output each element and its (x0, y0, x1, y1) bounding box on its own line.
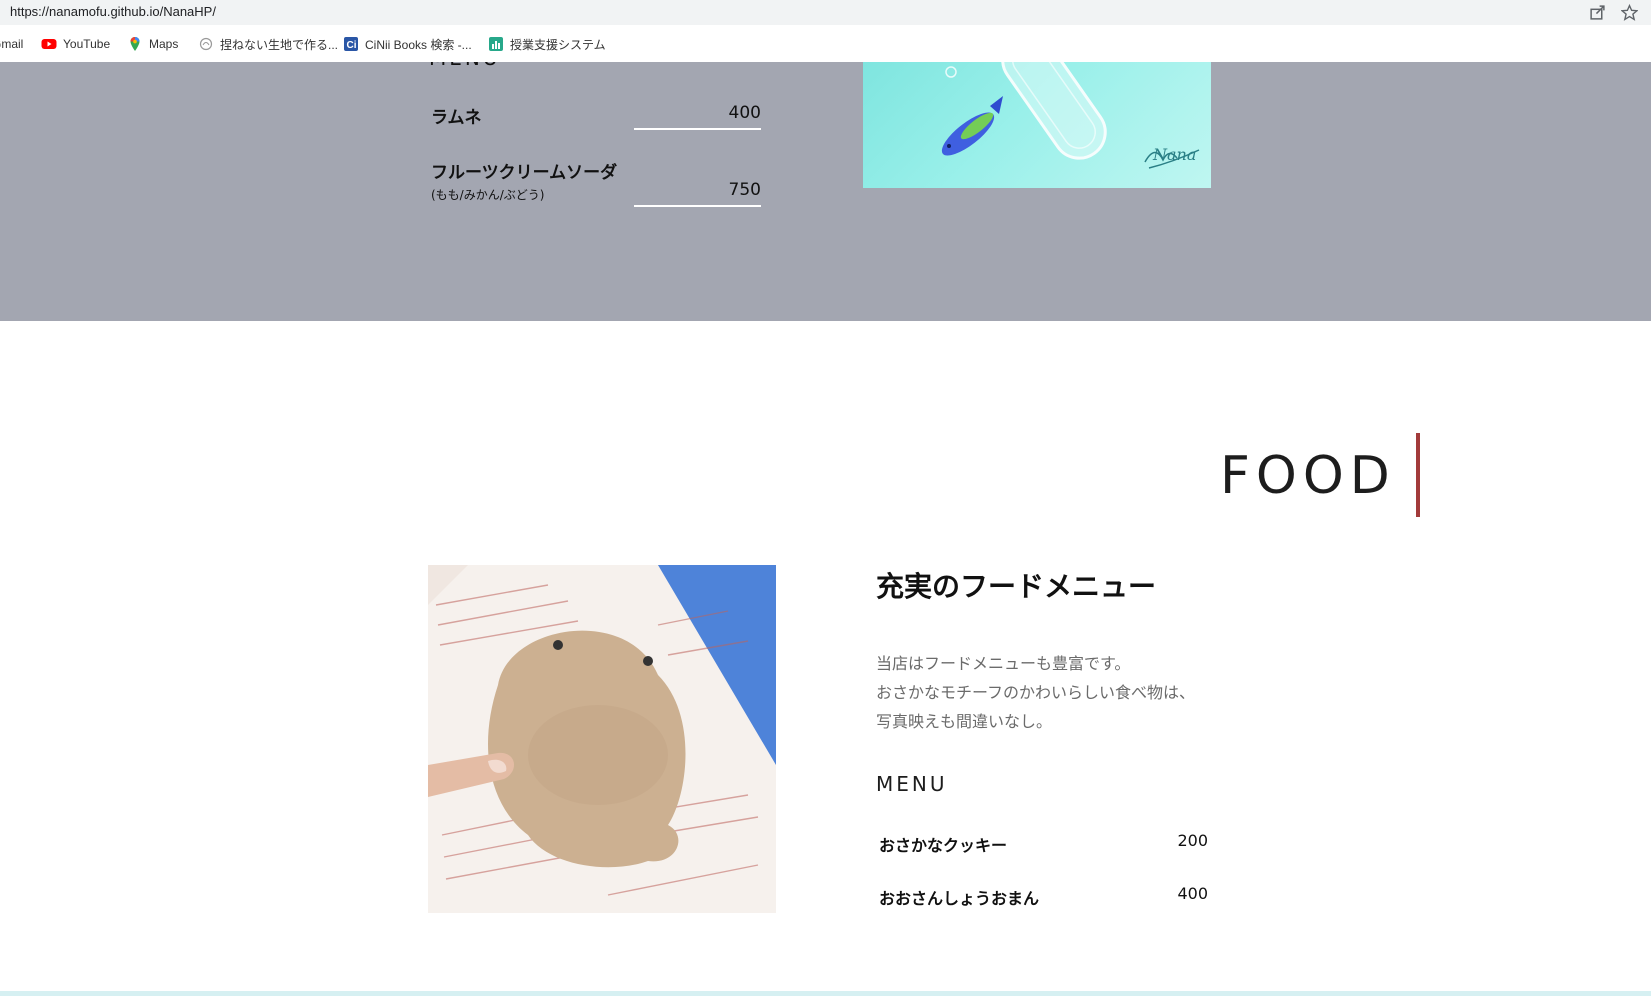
next-section-edge (0, 991, 1651, 996)
drink-menu-heading: MENU (429, 62, 501, 70)
bookmark-label: 捏ねない生地で作る... (220, 37, 339, 52)
bookmark-youtube[interactable]: YouTube (41, 36, 110, 52)
bookmark-label: Gmail (0, 37, 24, 51)
food-section-title: FOOD (1220, 446, 1396, 506)
food-description-line: 写真映えも間違いなし。 (876, 712, 1053, 731)
food-photo (428, 565, 776, 913)
soda-illustration: Nana (863, 62, 1211, 188)
bookmark-label: Maps (149, 37, 179, 51)
title-accent-bar (1416, 433, 1420, 517)
drink-item-price: 750 (728, 180, 761, 200)
drink-item-sub: (もも/みかん/ぶどう) (431, 188, 545, 202)
bookmark-gmail[interactable]: Gmail (0, 36, 23, 52)
drink-item-name: フルーツクリームソーダ (431, 163, 618, 183)
food-description-line: 当店はフードメニューも豊富です。 (876, 654, 1131, 673)
share-icon[interactable] (1589, 4, 1606, 21)
maps-pin-icon (130, 37, 140, 51)
bookmark-maps[interactable]: Maps (127, 36, 178, 52)
fish-bun-photo (428, 565, 776, 913)
bookmark-label: YouTube (63, 37, 111, 51)
address-bar[interactable]: https://nanamofu.github.io/NanaHP/ (0, 0, 1651, 25)
drink-section: MENU ラムネ 400 フルーツクリームソーダ (もも/みかん/ぶどう) 75… (0, 62, 1651, 321)
class-support-icon (489, 37, 503, 51)
bookmark-recipe[interactable]: 捏ねない生地で作る... (198, 36, 338, 52)
food-item-name: おさかなクッキー (879, 836, 1008, 855)
drink-item-price: 400 (728, 103, 761, 123)
price-underline (634, 205, 761, 207)
youtube-icon (41, 39, 57, 49)
cinii-icon: Ci (344, 37, 358, 51)
bookmark-class-support[interactable]: 授業支援システム (488, 36, 606, 52)
food-heading: 充実のフードメニュー (876, 570, 1157, 603)
bookmark-star-icon[interactable] (1621, 4, 1638, 21)
bookmark-label: CiNii Books 検索 -... (365, 37, 472, 52)
bookmark-label: 授業支援システム (510, 37, 606, 52)
food-item-name: おおさんしょうおまん (879, 889, 1040, 908)
food-menu-heading: MENU (876, 772, 948, 796)
food-item-price: 400 (1177, 884, 1208, 903)
bookmark-cinii[interactable]: Ci CiNii Books 検索 -... (343, 36, 472, 52)
food-item-price: 200 (1177, 831, 1208, 850)
soda-artwork: Nana (941, 62, 1200, 169)
bookmarks-bar: Gmail YouTube Maps 捏ねない生地で作る... Ci CiNii… (0, 25, 1651, 63)
svg-text:Ci: Ci (347, 40, 357, 51)
artist-signature: Nana (1152, 145, 1196, 164)
food-description-line: おさかなモチーフのかわいらしい食べ物は、 (876, 683, 1196, 702)
site-icon (199, 37, 213, 51)
price-underline (634, 128, 761, 130)
url-text[interactable]: https://nanamofu.github.io/NanaHP/ (10, 4, 216, 19)
drink-item-name: ラムネ (431, 108, 482, 128)
